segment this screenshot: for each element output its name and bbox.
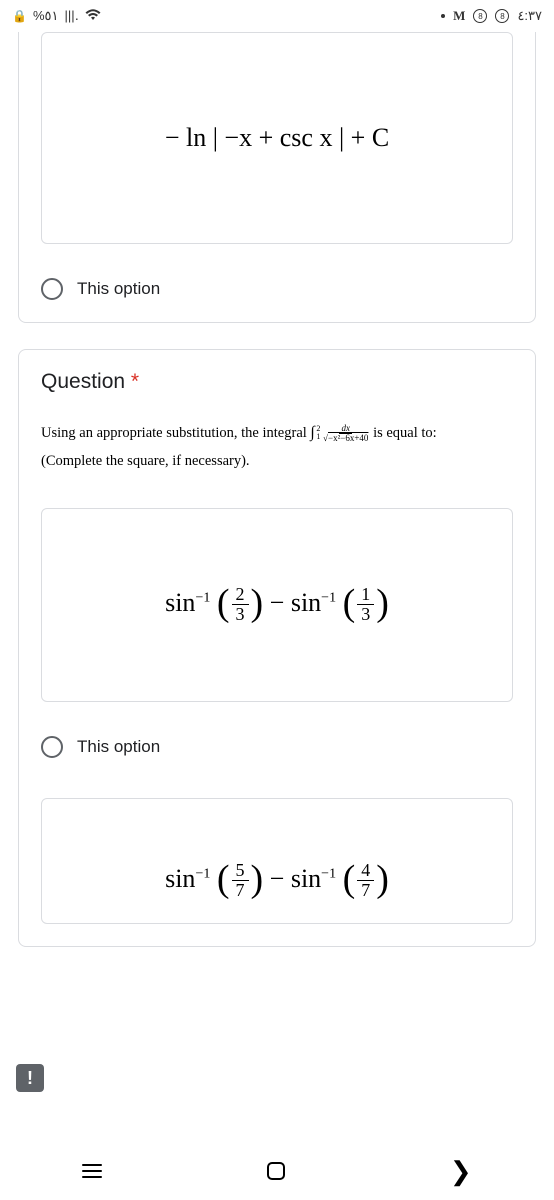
prompt-pre: Using an appropriate substitution, the i…: [41, 425, 310, 441]
nav-recent-button[interactable]: [82, 1164, 102, 1179]
status-left: 🔒 %٥١ |||․: [12, 8, 101, 24]
radio-icon[interactable]: [41, 736, 63, 758]
frac-den-sqrt: −x²−6x+40: [328, 433, 368, 443]
option-label: This option: [77, 279, 160, 299]
battery-percent: %٥١: [33, 8, 59, 24]
status-bar: 🔒 %٥١ |||․ M 8 8 ٤:٣٧: [0, 0, 554, 32]
circle-icon-2: 8: [495, 9, 509, 23]
prompt-post: is equal to:: [369, 425, 436, 441]
equation-b: sin−1 (57) − sin−1 (47): [165, 859, 389, 903]
option-label: This option: [77, 737, 160, 757]
a1d: 3: [232, 605, 249, 625]
frac-den: √−x²−6x+40: [322, 434, 369, 443]
alert-icon: !: [27, 1068, 33, 1089]
option-row-prev[interactable]: This option: [41, 278, 513, 300]
b1n: 5: [232, 861, 249, 882]
equation-box-b: sin−1 (57) − sin−1 (47): [41, 798, 513, 924]
alert-badge[interactable]: !: [16, 1064, 44, 1092]
lock-icon: 🔒: [12, 9, 27, 23]
radio-icon[interactable]: [41, 278, 63, 300]
nav-home-button[interactable]: [267, 1162, 285, 1180]
integrand-fraction: dx√−x²−6x+40: [322, 424, 369, 443]
required-marker: *: [131, 370, 139, 393]
a2n: 1: [357, 585, 374, 606]
int-upper: 2: [316, 421, 320, 436]
question-body: Using an appropriate substitution, the i…: [41, 418, 513, 476]
equation-prev: − ln | −x + csc x | + C: [165, 123, 389, 153]
question-hint: (Complete the square, if necessary).: [41, 453, 250, 469]
dot-icon: [441, 14, 445, 18]
b2n: 4: [357, 861, 374, 882]
answer-card-previous: − ln | −x + csc x | + C This option: [18, 32, 536, 323]
question-title-text: Question: [41, 370, 125, 393]
wifi-icon: [85, 9, 101, 24]
android-nav-bar: ❯: [0, 1142, 554, 1200]
signal-icon: |||․: [64, 8, 78, 24]
option-row-a[interactable]: This option: [41, 736, 513, 758]
question-card: Question * Using an appropriate substitu…: [18, 349, 536, 947]
status-right: M 8 8 ٤:٣٧: [441, 8, 542, 24]
equation-a: sin−1 (23) − sin−1 (13): [165, 583, 389, 627]
a2d: 3: [357, 605, 374, 625]
a1n: 2: [232, 585, 249, 606]
circle-icon-1: 8: [473, 9, 487, 23]
question-title: Question *: [41, 370, 513, 394]
integral-sign: ∫12: [310, 424, 314, 441]
equation-box-prev: − ln | −x + csc x | + C: [41, 32, 513, 244]
m-icon: M: [453, 8, 465, 24]
b1d: 7: [232, 881, 249, 901]
nav-back-button[interactable]: ❯: [450, 1156, 472, 1187]
equation-box-a: sin−1 (23) − sin−1 (13): [41, 508, 513, 702]
clock: ٤:٣٧: [517, 8, 542, 24]
b2d: 7: [357, 881, 374, 901]
